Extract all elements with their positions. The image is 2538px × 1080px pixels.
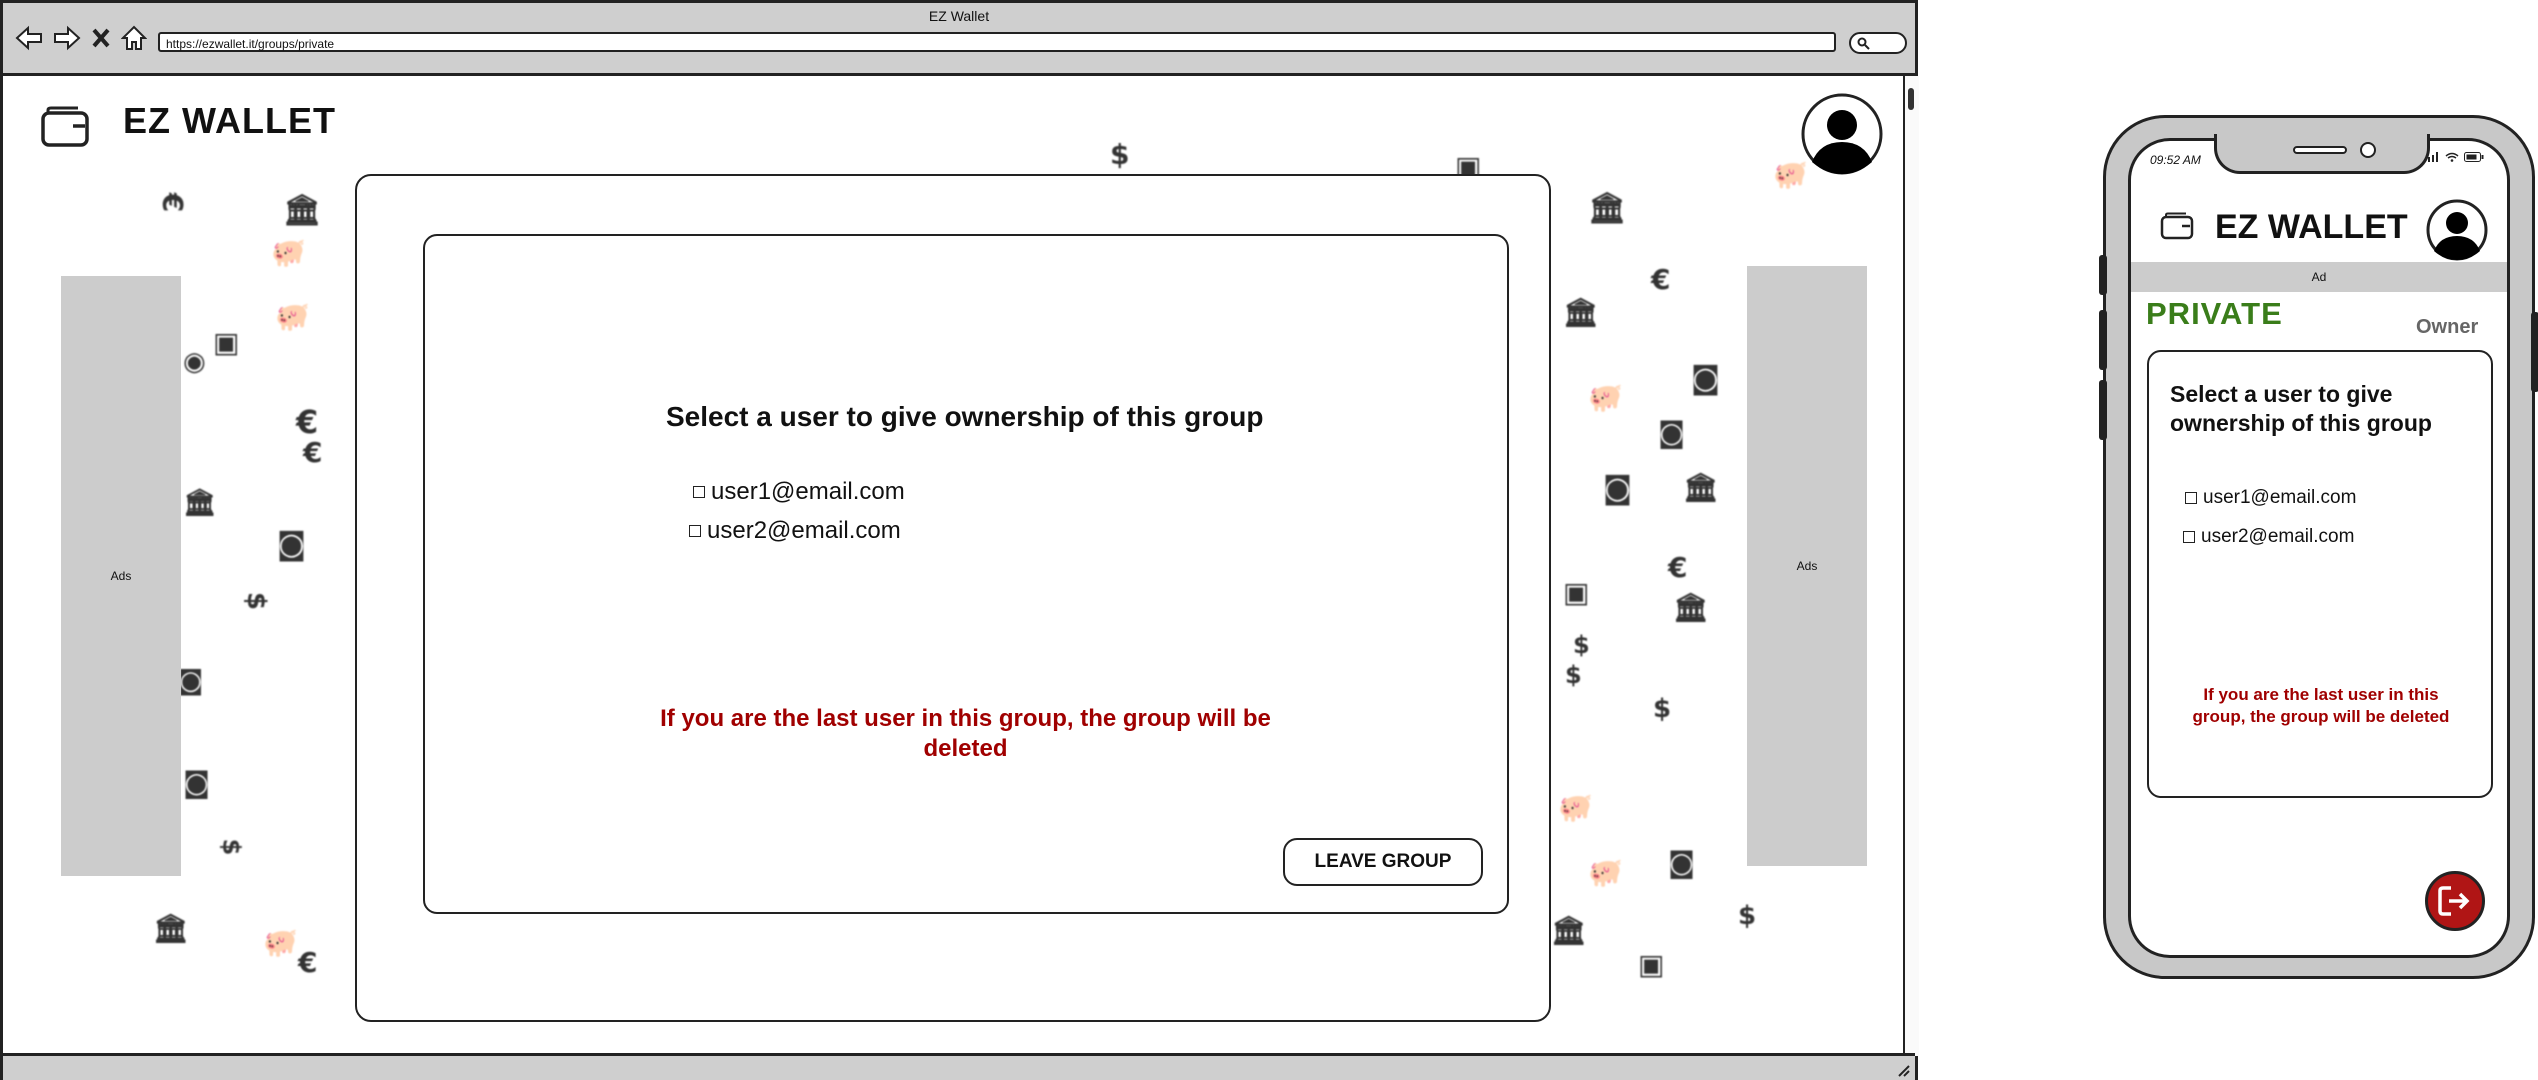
search-icon	[1857, 37, 1870, 50]
bank-icon: 🏛	[283, 193, 322, 228]
money-bag-icon: ◙	[1603, 471, 1633, 506]
money-bag-icon: ◙	[1691, 361, 1721, 396]
bank-icon: 🏛	[1588, 191, 1627, 226]
piggy-bank-icon: 🐖	[275, 300, 310, 333]
browser-statusbar	[3, 1053, 1915, 1080]
money-bag-icon: ◙	[1658, 416, 1686, 449]
dollar-icon: $	[1110, 138, 1130, 171]
phone-user-option-1[interactable]: user1@email.com	[2185, 487, 2356, 509]
page-viewport: EZ WALLET $ € 🏛 🐖 🐖 ◉ ▣ € € 🏛 ◙ $ ◙ ◙ $ …	[3, 76, 1905, 1054]
dollar-icon: $	[1653, 694, 1672, 724]
phone-clock: 09:52 AM	[2150, 153, 2201, 167]
piggy-bank-icon: 🐖	[1588, 381, 1623, 414]
piggy-bank-icon: 🐖	[271, 236, 306, 269]
delete-warning: If you are the last user in this group, …	[660, 705, 1271, 762]
phone-app-title: EZ WALLET	[2215, 208, 2408, 246]
url-bar[interactable]: https://ezwallet.it/groups/private	[158, 32, 1836, 52]
user-checkbox[interactable]	[689, 525, 701, 537]
user-avatar-icon[interactable]	[2425, 198, 2489, 262]
phone-notch	[2214, 134, 2430, 174]
forward-arrow-icon[interactable]	[53, 25, 81, 51]
bank-icon: 🏛	[1683, 471, 1719, 504]
phone-status-icons	[2424, 152, 2484, 162]
money-bag-icon: ◙	[183, 766, 211, 799]
exit-icon	[2438, 886, 2470, 916]
money-bag-icon: ◙	[1668, 846, 1696, 879]
user-option-2[interactable]: user2@email.com	[689, 517, 901, 545]
bank-icon: 🏛	[1551, 914, 1587, 947]
wallet-icon	[41, 106, 89, 147]
phone-dialog-prompt: Select a user to give ownership of this …	[2170, 381, 2432, 436]
money-bag-icon: ◉	[183, 347, 206, 377]
battery-icon	[2464, 152, 2484, 162]
dollar-icon: $	[1573, 631, 1590, 659]
browser-nav	[15, 25, 147, 51]
signal-icon	[2424, 152, 2438, 162]
phone-power-button	[2531, 312, 2538, 392]
wallet-icon	[2160, 212, 2194, 240]
window-title: EZ Wallet	[928, 8, 990, 24]
phone-volume-button	[2099, 310, 2107, 370]
user-checkbox[interactable]	[2183, 531, 2195, 543]
user-email: user1@email.com	[711, 478, 905, 505]
euro-icon: €	[1668, 551, 1688, 584]
browser-titlebar: EZ Wallet https://ezwallet.it/groups/pri…	[3, 3, 1915, 76]
user-checkbox[interactable]	[693, 486, 705, 498]
user-email: user1@email.com	[2203, 487, 2357, 508]
ad-banner-right[interactable]: Ads	[1747, 266, 1867, 866]
ownership-dialog	[423, 234, 1509, 914]
dialog-prompt: Select a user to give ownership of this …	[666, 401, 1264, 432]
phone-speaker	[2293, 146, 2347, 154]
bank-icon: 🏛	[1563, 296, 1599, 329]
wifi-icon	[2445, 152, 2459, 162]
dollar-icon: $	[217, 838, 246, 856]
group-name: PRIVATE	[2146, 296, 2283, 331]
wallet-stack-icon: ▣	[1638, 948, 1665, 981]
user-email: user2@email.com	[2201, 526, 2355, 547]
vertical-scrollbar[interactable]	[1903, 76, 1919, 1056]
scrollbar-thumb[interactable]	[1908, 88, 1914, 110]
leave-group-fab[interactable]	[2425, 871, 2485, 931]
user-avatar-icon[interactable]	[1800, 92, 1884, 176]
bank-icon: 🏛	[183, 488, 217, 518]
leave-group-button[interactable]: LEAVE GROUP	[1283, 838, 1483, 886]
app-title: EZ WALLET	[123, 100, 336, 141]
user-role-label: Owner	[2416, 316, 2479, 338]
wallet-stack-icon: ▣	[1563, 576, 1590, 609]
phone-camera	[2360, 142, 2376, 158]
phone-user-option-2[interactable]: user2@email.com	[2183, 526, 2354, 548]
dollar-icon: $	[1565, 661, 1582, 689]
piggy-bank-icon: 🐖	[1588, 856, 1623, 889]
close-icon[interactable]	[91, 27, 111, 49]
bank-icon: 🏛	[1673, 591, 1709, 624]
user-option-1[interactable]: user1@email.com	[693, 478, 905, 506]
user-checkbox[interactable]	[2185, 492, 2197, 504]
browser-window: EZ Wallet https://ezwallet.it/groups/pri…	[0, 0, 1919, 1080]
ad-banner-left[interactable]: Ads	[61, 276, 181, 876]
user-email: user2@email.com	[707, 517, 901, 544]
euro-icon: €	[303, 436, 323, 469]
euro-icon: €	[1651, 263, 1671, 296]
back-arrow-icon[interactable]	[15, 25, 43, 51]
euro-icon: €	[298, 946, 318, 979]
piggy-bank-icon: 🐖	[1558, 791, 1593, 824]
euro-icon: €	[156, 192, 190, 213]
bank-icon: 🏛	[153, 912, 189, 945]
home-icon[interactable]	[121, 25, 147, 51]
money-bag-icon: ◙	[178, 666, 204, 696]
piggy-bank-icon: 🐖	[263, 926, 298, 959]
phone-delete-warning: If you are the last user in this group, …	[2192, 685, 2450, 726]
piggy-bank-icon: 🐖	[1773, 158, 1808, 191]
browser-search-button[interactable]	[1849, 32, 1907, 54]
dollar-icon: $	[241, 591, 272, 611]
dollar-icon: $	[1738, 901, 1757, 931]
wallet-stack-icon: ▣	[213, 326, 240, 359]
phone-volume-button	[2099, 380, 2107, 440]
phone-ad-banner[interactable]: Ad	[2131, 262, 2507, 292]
resize-grip-icon[interactable]	[1895, 1062, 1911, 1078]
phone-volume-button	[2099, 255, 2107, 295]
money-bag-icon: ◙	[277, 527, 307, 562]
